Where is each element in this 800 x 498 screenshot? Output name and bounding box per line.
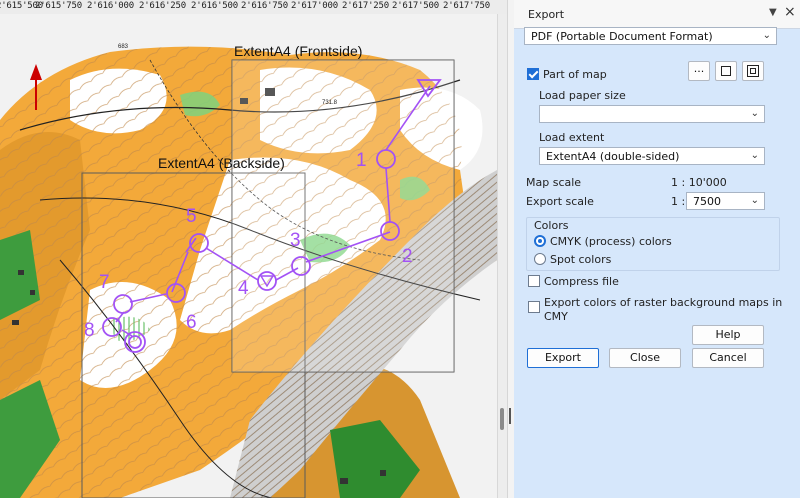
- control-number: 7: [99, 272, 110, 293]
- chevron-down-icon: ⌄: [750, 195, 759, 206]
- ruler-tick: 2'616'000: [87, 1, 134, 11]
- ruler-tick: 2'616'250: [139, 1, 186, 11]
- help-button[interactable]: Help: [692, 325, 764, 345]
- format-select[interactable]: PDF (Portable Document Format) ⌄: [524, 27, 777, 45]
- extent-overlay: [232, 60, 454, 372]
- control-number: 8: [84, 320, 95, 341]
- extent-backside-label: ExtentA4 (Backside): [158, 155, 285, 171]
- ruler-tick: 2'616'500: [191, 1, 238, 11]
- extent-select[interactable]: ExtentA4 (double-sided) ⌄: [539, 147, 765, 165]
- ruler-tick: 2'617'500: [392, 1, 439, 11]
- control-number: 6: [186, 312, 197, 333]
- raster-cmy-label-continued: CMY: [544, 310, 568, 323]
- cmyk-radio[interactable]: [534, 235, 546, 247]
- control-number: 5: [186, 206, 197, 227]
- export-scale-value: 7500: [693, 195, 721, 208]
- compress-file-label: Compress file: [544, 275, 619, 288]
- browse-button[interactable]: ...: [688, 61, 710, 81]
- cancel-button[interactable]: Cancel: [692, 348, 764, 368]
- ruler-tick: 2'617'000: [291, 1, 338, 11]
- control-number: 1: [356, 150, 367, 171]
- export-scale-prefix: 1 :: [671, 195, 686, 208]
- map-scale-label: Map scale: [526, 176, 582, 189]
- ruler-tick: 2'617'750: [443, 1, 490, 11]
- export-scale-combo[interactable]: 7500 ⌄: [686, 192, 765, 210]
- paper-size-select[interactable]: ⌄: [539, 105, 765, 123]
- raster-cmy-checkbox[interactable]: [528, 301, 540, 313]
- compress-file-checkbox[interactable]: [528, 275, 540, 287]
- control-number: 3: [290, 230, 301, 251]
- control-number: 2: [402, 246, 413, 267]
- panel-close-icon[interactable]: ×: [784, 4, 796, 20]
- panel-header: Export ▼ ×: [514, 0, 800, 29]
- fit-extent-button[interactable]: [742, 61, 764, 81]
- frame-inner-icon: [750, 68, 756, 74]
- export-button[interactable]: Export: [527, 348, 599, 368]
- close-button[interactable]: Close: [609, 348, 681, 368]
- export-scale-label: Export scale: [526, 195, 594, 208]
- cmyk-label: CMYK (process) colors: [550, 235, 672, 248]
- map-vertical-scrollbar[interactable]: [497, 14, 507, 498]
- ruler-tick: 2'616'750: [241, 1, 288, 11]
- chevron-down-icon: ⌄: [750, 108, 759, 119]
- chevron-down-icon: ⌄: [750, 150, 759, 161]
- chevron-down-icon: ⌄: [762, 30, 771, 41]
- part-of-map-checkbox[interactable]: [527, 68, 539, 80]
- scrollbar-thumb[interactable]: [500, 408, 504, 430]
- orienteering-map[interactable]: 1 2 3 4 5 6 7 8 ExtentA4 (Frontside) Ext…: [0, 14, 497, 498]
- export-panel: Export ▼ × PDF (Portable Document Format…: [514, 0, 800, 498]
- splitter-grip[interactable]: [509, 408, 511, 424]
- ruler-tick: 2'615'750: [35, 1, 82, 11]
- colors-group-label: Colors: [534, 219, 569, 232]
- panel-menu-icon[interactable]: ▼: [769, 7, 777, 18]
- format-select-value: PDF (Portable Document Format): [531, 30, 713, 43]
- coordinate-ruler: 2'615'500 2'615'750 2'616'000 2'616'250 …: [0, 0, 507, 15]
- spot-height: 731.8: [322, 100, 338, 106]
- load-paper-size-label: Load paper size: [539, 89, 626, 102]
- spot-colors-label: Spot colors: [550, 253, 612, 266]
- panel-title: Export: [528, 8, 565, 21]
- ruler-tick: 2'617'250: [342, 1, 389, 11]
- spot-height: 683: [118, 44, 129, 50]
- part-of-map-label: Part of map: [543, 68, 607, 81]
- spot-colors-radio[interactable]: [534, 253, 546, 265]
- control-number: 4: [238, 278, 249, 299]
- extent-frontside-label: ExtentA4 (Frontside): [234, 43, 362, 59]
- select-extent-button[interactable]: [715, 61, 737, 81]
- extent-select-value: ExtentA4 (double-sided): [546, 150, 680, 163]
- load-extent-label: Load extent: [539, 131, 605, 144]
- raster-cmy-label: Export colors of raster background maps …: [544, 296, 783, 309]
- map-view[interactable]: 2'615'500 2'615'750 2'616'000 2'616'250 …: [0, 0, 507, 498]
- rectangle-icon: [721, 66, 731, 76]
- map-scale-value: 1 : 10'000: [671, 176, 727, 189]
